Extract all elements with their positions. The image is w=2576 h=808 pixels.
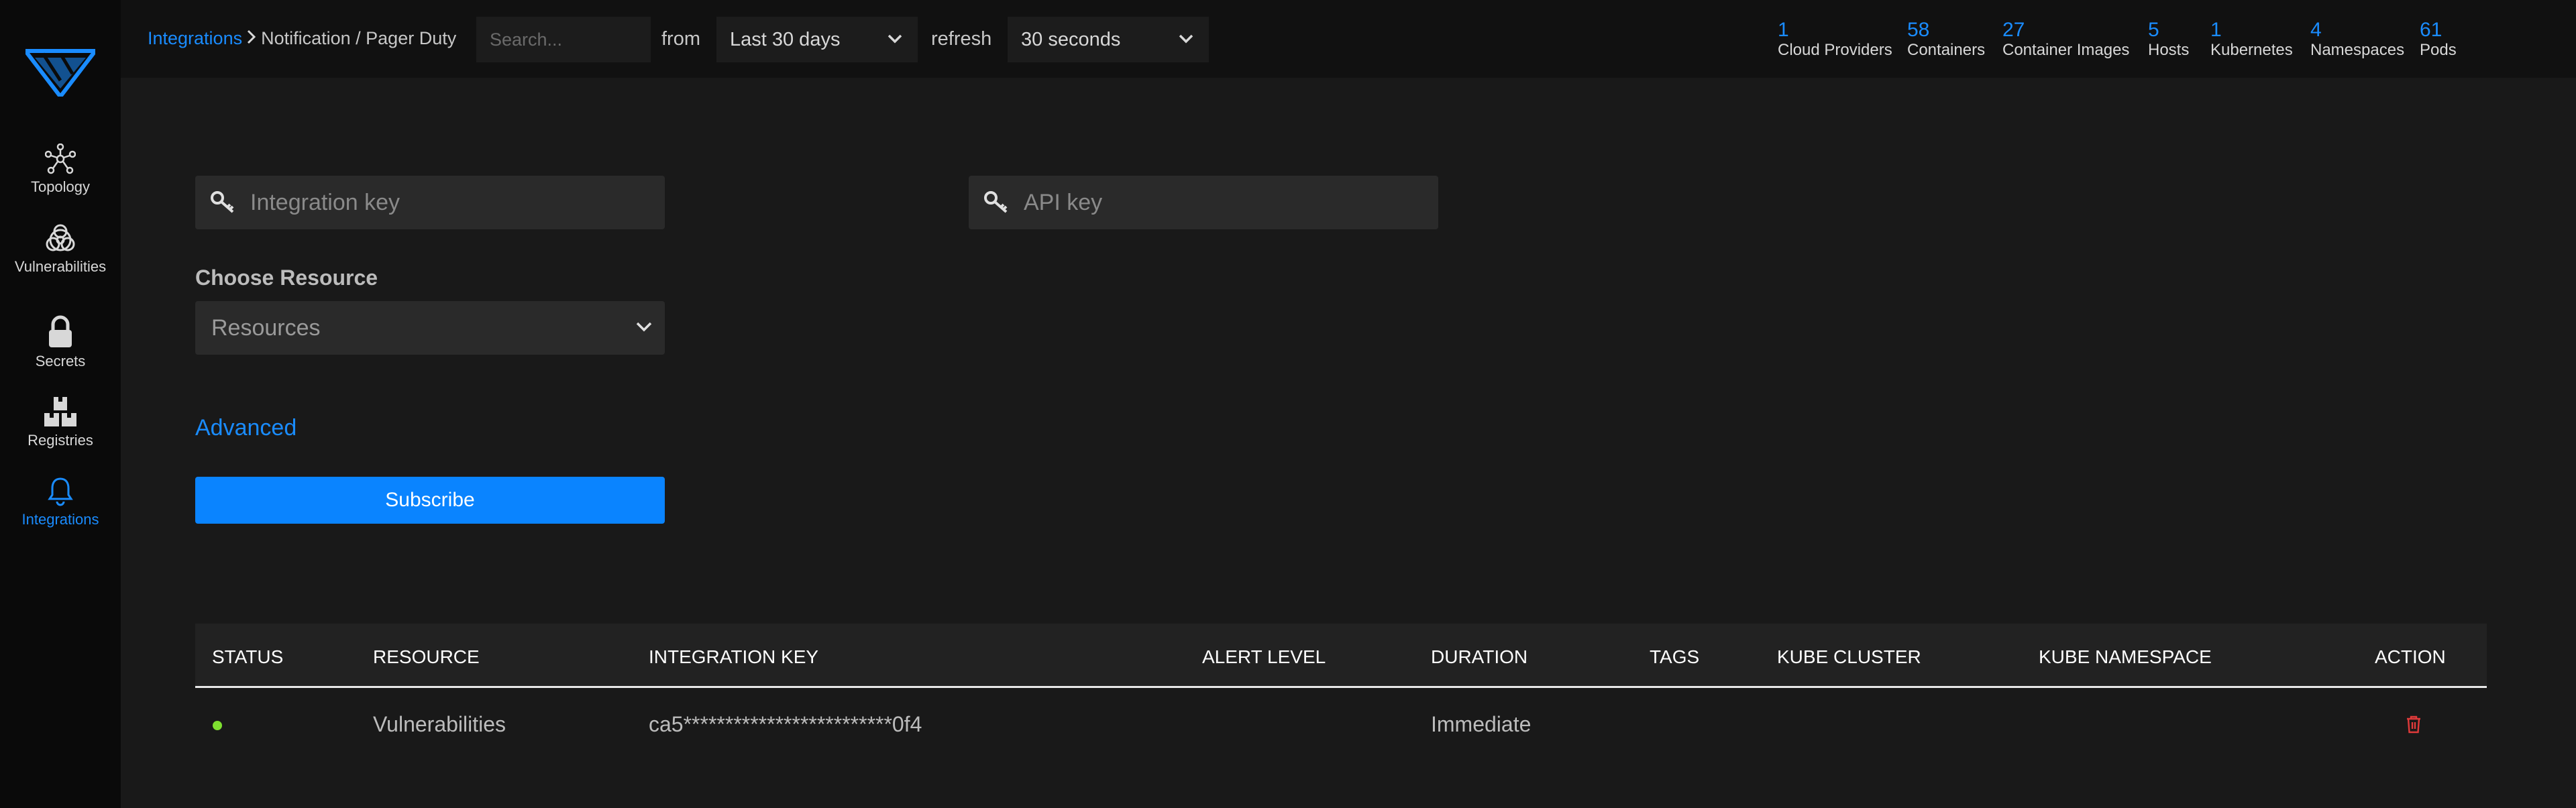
chevron-down-icon: [888, 34, 902, 44]
sidebar-item-label: Vulnerabilities: [14, 258, 107, 275]
trash-icon[interactable]: [2406, 715, 2422, 734]
sidebar-item-integrations[interactable]: Integrations: [0, 476, 121, 528]
table-row: Vulnerabilities ca5*********************…: [195, 688, 2487, 758]
chevron-down-icon: [636, 322, 652, 332]
refresh-interval-value: 30 seconds: [1021, 28, 1121, 50]
breadcrumb-integrations-link[interactable]: Integrations: [148, 28, 242, 48]
sidebar: Topology Vulnerabilities Secrets Registr…: [0, 0, 121, 808]
stat-namespaces[interactable]: 4 Namespaces: [2310, 20, 2404, 60]
stat-label: Containers: [1907, 41, 1986, 59]
stat-cloud-providers[interactable]: 1 Cloud Providers: [1778, 20, 1892, 60]
sidebar-item-label: Topology: [30, 178, 91, 195]
column-header-resource: RESOURCE: [373, 646, 480, 667]
main-content: Choose Resource Resources Advanced Subsc…: [121, 78, 2576, 808]
stat-value: 5: [2148, 19, 2159, 41]
stat-label: Hosts: [2148, 41, 2190, 59]
advanced-link[interactable]: Advanced: [195, 415, 297, 441]
refresh-interval-select[interactable]: 30 seconds: [1008, 17, 1209, 62]
subscriptions-table: STATUS RESOURCE INTEGRATION KEY ALERT LE…: [195, 624, 2487, 758]
stat-value: 4: [2310, 19, 2322, 41]
column-header-alert-level: ALERT LEVEL: [1202, 646, 1326, 667]
time-range-value: Last 30 days: [730, 28, 841, 50]
top-bar: Integrations Notification / Pager Duty fr…: [121, 0, 2576, 78]
stat-value: 58: [1907, 19, 1930, 41]
column-header-integration-key: INTEGRATION KEY: [649, 646, 819, 667]
api-key-input[interactable]: [969, 176, 1438, 229]
stat-label: Pods: [2420, 41, 2457, 59]
subscribe-button[interactable]: Subscribe: [195, 477, 665, 524]
sidebar-item-topology[interactable]: Topology: [0, 143, 121, 196]
table-header: STATUS RESOURCE INTEGRATION KEY ALERT LE…: [195, 624, 2487, 688]
sidebar-item-label: Integrations: [21, 511, 99, 528]
app-logo[interactable]: [25, 47, 95, 97]
api-key-field[interactable]: [969, 176, 1438, 229]
stat-containers[interactable]: 58 Containers: [1907, 20, 1985, 60]
time-range-select[interactable]: Last 30 days: [716, 17, 918, 62]
choose-resource-label: Choose Resource: [195, 266, 378, 290]
stat-value: 27: [2002, 19, 2025, 41]
key-icon: [984, 191, 1008, 213]
stat-value: 1: [1778, 19, 1789, 41]
biohazard-icon: [46, 224, 75, 251]
stat-container-images[interactable]: 27 Container Images: [2002, 20, 2129, 60]
breadcrumb: Integrations Notification / Pager Duty: [148, 28, 456, 49]
column-header-kube-namespace: KUBE NAMESPACE: [2039, 646, 2212, 667]
stat-label: Namespaces: [2310, 41, 2405, 59]
column-header-kube-cluster: KUBE CLUSTER: [1777, 646, 1921, 667]
bell-icon: [48, 477, 73, 506]
column-header-status: STATUS: [212, 646, 284, 667]
cell-resource: Vulnerabilities: [373, 712, 506, 736]
resource-select[interactable]: Resources: [195, 301, 665, 355]
lock-icon: [49, 315, 72, 347]
resource-select-value: Resources: [211, 314, 321, 341]
stat-pods[interactable]: 61 Pods: [2420, 20, 2457, 60]
stat-kubernetes[interactable]: 1 Kubernetes: [2210, 20, 2293, 60]
integration-key-input[interactable]: [195, 176, 665, 229]
chevron-down-icon: [1179, 34, 1193, 44]
breadcrumb-current: Notification / Pager Duty: [261, 28, 457, 48]
stat-value: 61: [2420, 19, 2443, 41]
sidebar-item-label: Secrets: [35, 353, 86, 369]
boxes-icon: [44, 397, 76, 426]
refresh-label: refresh: [931, 28, 992, 50]
column-header-action: ACTION: [2375, 646, 2446, 667]
stat-hosts[interactable]: 5 Hosts: [2148, 20, 2189, 60]
sidebar-item-vulnerabilities[interactable]: Vulnerabilities: [0, 223, 121, 276]
sidebar-item-registries[interactable]: Registries: [0, 396, 121, 449]
stat-label: Kubernetes: [2210, 41, 2293, 59]
from-label: from: [661, 28, 700, 50]
stat-label: Container Images: [2002, 41, 2130, 59]
topology-icon: [45, 143, 76, 174]
column-header-duration: DURATION: [1431, 646, 1528, 667]
stat-value: 1: [2210, 19, 2222, 41]
key-icon: [211, 191, 234, 213]
search-input[interactable]: [476, 17, 651, 62]
cell-duration: Immediate: [1431, 712, 1532, 736]
sidebar-item-label: Registries: [28, 432, 93, 449]
column-header-tags: TAGS: [1650, 646, 1700, 667]
cell-integration-key: ca5*************************0f4: [649, 712, 922, 736]
status-indicator: [213, 721, 222, 730]
stat-label: Cloud Providers: [1778, 41, 1892, 59]
chevron-right-icon: [246, 28, 257, 49]
sidebar-item-secrets[interactable]: Secrets: [0, 315, 121, 370]
integration-key-field[interactable]: [195, 176, 665, 229]
